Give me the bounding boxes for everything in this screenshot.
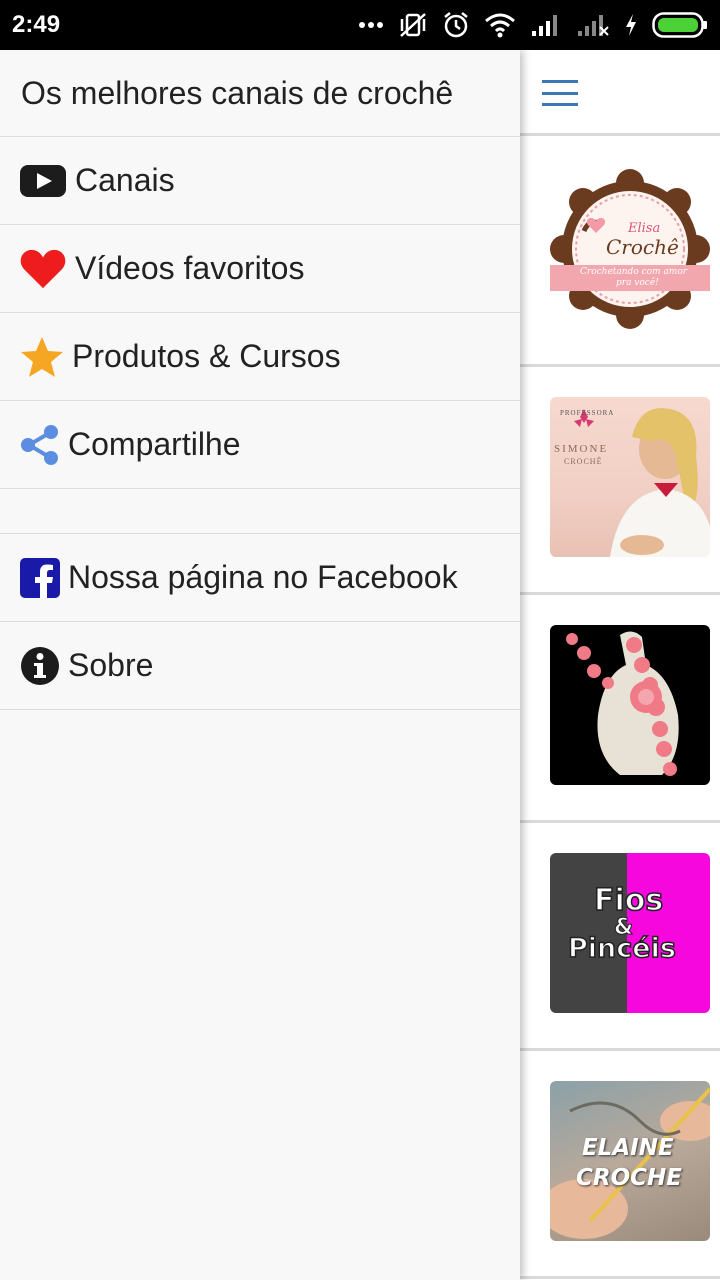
status-bar: 2:49 xyxy=(0,0,720,50)
menu-item-compartilhe[interactable]: Compartilhe xyxy=(0,401,520,489)
battery-icon xyxy=(652,12,708,38)
info-icon xyxy=(20,643,62,689)
share-icon xyxy=(20,422,62,468)
signal-no-service-icon xyxy=(576,13,610,37)
star-icon xyxy=(20,334,64,380)
channel-card[interactable]: PROFESSORA SIMONE CROCHÊ xyxy=(520,367,720,595)
drawer-title: Os melhores canais de crochê xyxy=(0,50,520,137)
menu-item-facebook[interactable]: Nossa página no Facebook xyxy=(0,534,520,622)
channel-thumbnail[interactable] xyxy=(550,625,710,785)
vibrate-off-icon xyxy=(398,11,428,39)
menu-item-label: Compartilhe xyxy=(68,426,241,462)
channel-card[interactable]: Elisa Crochê Crochetando com amor pra vo… xyxy=(520,139,720,367)
channel-thumbnail[interactable]: PROFESSORA SIMONE CROCHÊ xyxy=(550,397,710,557)
thumb-text-tagline-2: pra você! xyxy=(616,278,659,288)
thumb-text-simone: SIMONE xyxy=(554,443,609,455)
channel-thumbnail[interactable]: ELAINE CROCHE xyxy=(550,1081,710,1241)
thumb-text-croche-2: CROCHÊ xyxy=(564,457,603,466)
menu-item-label: Sobre xyxy=(68,647,154,683)
menu-item-label: Nossa página no Facebook xyxy=(68,559,458,595)
thumb-text-fios: Fios xyxy=(593,882,664,919)
status-time: 2:49 xyxy=(12,11,61,38)
menu-item-videos-favoritos[interactable]: Vídeos favoritos xyxy=(0,225,520,313)
thumb-text-elaine: ELAINE xyxy=(582,1135,674,1161)
signal-icon xyxy=(530,13,562,37)
alarm-icon xyxy=(442,11,470,39)
menu-item-canais[interactable]: Canais xyxy=(0,137,520,225)
channel-card[interactable]: ELAINE CROCHE xyxy=(520,1051,720,1279)
facebook-icon xyxy=(20,555,62,601)
charging-icon xyxy=(624,13,638,37)
menu-item-produtos-cursos[interactable]: Produtos & Cursos xyxy=(0,313,520,401)
main-panel: Elisa Crochê Crochetando com amor pra vo… xyxy=(520,50,720,1280)
hamburger-menu-icon[interactable] xyxy=(542,80,578,106)
youtube-play-icon xyxy=(20,158,66,204)
menu-item-sobre[interactable]: Sobre xyxy=(0,622,520,710)
menu-item-label: Produtos & Cursos xyxy=(72,338,341,374)
thumb-text-croche-3: CROCHE xyxy=(576,1165,682,1191)
channel-card[interactable]: Fios & Pincéis xyxy=(520,823,720,1051)
navigation-drawer: Os melhores canais de crochê Canais Víde… xyxy=(0,50,520,1280)
channel-thumbnail[interactable]: Elisa Crochê Crochetando com amor pra vo… xyxy=(550,169,710,329)
thumb-text-pinceis: Pincéis xyxy=(567,932,676,965)
thumb-text-professora: PROFESSORA xyxy=(560,409,615,417)
heart-icon xyxy=(20,246,66,292)
thumb-text-tagline: Crochetando com amor xyxy=(580,267,688,277)
menu-item-label: Canais xyxy=(75,162,175,198)
menu-item-label: Vídeos favoritos xyxy=(75,250,305,286)
thumb-text-elisa: Elisa xyxy=(628,221,661,236)
thumb-text-croche: Crochê xyxy=(606,235,679,259)
wifi-icon xyxy=(484,12,516,38)
channel-card[interactable] xyxy=(520,595,720,823)
channel-thumbnail[interactable]: Fios & Pincéis xyxy=(550,853,710,1013)
main-topbar xyxy=(520,50,720,136)
menu-divider xyxy=(0,489,520,534)
more-dots-icon xyxy=(358,21,384,29)
